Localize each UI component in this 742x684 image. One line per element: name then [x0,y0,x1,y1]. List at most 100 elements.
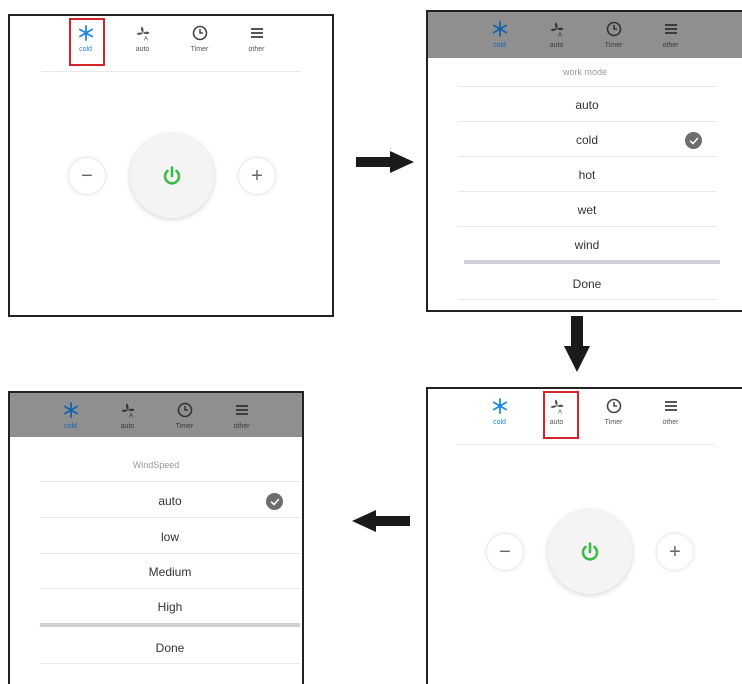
tab-label: other [662,42,679,49]
tab-label: auto [135,46,150,53]
option-medium[interactable]: Medium [40,565,300,579]
plus-button[interactable]: + [239,158,275,194]
option-hot[interactable]: hot [458,168,716,182]
fan-auto-icon: A [119,401,137,419]
mode-tabbar-dimmed: cold A auto Timer other [428,12,742,58]
power-button[interactable] [130,134,214,218]
arrow-left-icon [352,510,410,532]
screen-wind-speed-sheet: cold A auto Timer other WindSpeed auto l… [8,391,304,684]
tab-other: other [213,393,270,437]
screen-main-auto: cold A auto Timer other − + [426,387,742,684]
plus-label: + [251,164,263,187]
tab-timer[interactable]: Timer [585,389,642,441]
divider [40,588,300,589]
tab-label: auto [549,42,564,49]
highlight-box [69,18,105,66]
divider [40,553,300,554]
minus-label: − [499,540,511,563]
fan-auto-icon: A [134,24,152,42]
tab-other[interactable]: other [642,389,699,441]
sheet-title: work mode [562,67,607,77]
divider [40,663,300,664]
tab-other: other [642,12,699,58]
power-icon [581,542,599,561]
tab-label: Timer [175,423,194,430]
tab-timer[interactable]: Timer [171,16,228,68]
screen-work-mode-sheet: cold A auto Timer other work mode auto c… [426,10,742,312]
option-auto[interactable]: auto [458,98,716,112]
check-icon [685,132,702,149]
tab-cold: cold [471,12,528,58]
option-low[interactable]: low [40,530,300,544]
tab-label: auto [120,423,135,430]
tab-cold: cold [42,393,99,437]
tab-auto: A auto [528,12,585,58]
clock-icon [191,24,209,42]
option-wind[interactable]: wind [458,238,716,252]
tab-cold[interactable]: cold [471,389,528,441]
mode-tabbar: cold A auto Timer other [10,16,332,68]
snowflake-icon [62,401,80,419]
highlight-box [543,391,579,439]
clock-icon [605,397,623,415]
sheet-separator [464,260,720,264]
snowflake-icon [491,397,509,415]
done-button[interactable]: Done [458,277,716,291]
done-button[interactable]: Done [40,641,300,655]
check-icon [266,493,283,510]
svg-text:A: A [558,33,562,38]
tab-label: cold [493,42,506,49]
menu-icon [662,20,680,38]
divider [458,299,716,300]
divider [458,226,716,227]
power-icon [163,166,181,185]
divider [40,481,300,482]
minus-button[interactable]: − [69,158,105,194]
menu-icon [248,24,266,42]
tab-label: other [248,46,265,53]
snowflake-icon [491,20,509,38]
arrow-down-icon [564,316,590,372]
fan-auto-icon: A [548,20,566,38]
screen-main-cold: cold A auto Timer other − + [8,14,334,317]
divider [458,86,716,87]
minus-button[interactable]: − [487,534,523,570]
option-cold[interactable]: cold [458,133,716,147]
tab-other[interactable]: other [228,16,285,68]
option-auto[interactable]: auto [40,494,300,508]
plus-label: + [669,540,681,563]
svg-text:A: A [129,414,133,419]
tab-label: other [662,419,679,426]
power-button[interactable] [548,510,632,594]
minus-label: − [81,164,93,187]
divider [458,156,716,157]
option-high[interactable]: High [40,600,300,614]
divider [458,191,716,192]
clock-icon [176,401,194,419]
tab-label: Timer [604,419,623,426]
divider [40,517,300,518]
clock-icon [605,20,623,38]
menu-icon [233,401,251,419]
sheet-separator [40,623,300,627]
tab-timer: Timer [585,12,642,58]
plus-button[interactable]: + [657,534,693,570]
tab-auto: A auto [99,393,156,437]
arrow-right-icon [356,151,414,173]
mode-tabbar-dimmed: cold A auto Timer other [10,393,302,437]
divider [458,121,716,122]
divider [41,71,301,72]
tab-label: Timer [190,46,209,53]
tab-auto[interactable]: A auto [114,16,171,68]
tab-label: cold [64,423,77,430]
svg-text:A: A [144,37,148,42]
divider [456,444,714,445]
tab-timer: Timer [156,393,213,437]
tab-label: Timer [604,42,623,49]
mode-tabbar: cold A auto Timer other [428,389,742,441]
option-wet[interactable]: wet [458,203,716,217]
menu-icon [662,397,680,415]
sheet-title: WindSpeed [132,460,180,470]
tab-label: cold [493,419,506,426]
tab-label: other [233,423,250,430]
